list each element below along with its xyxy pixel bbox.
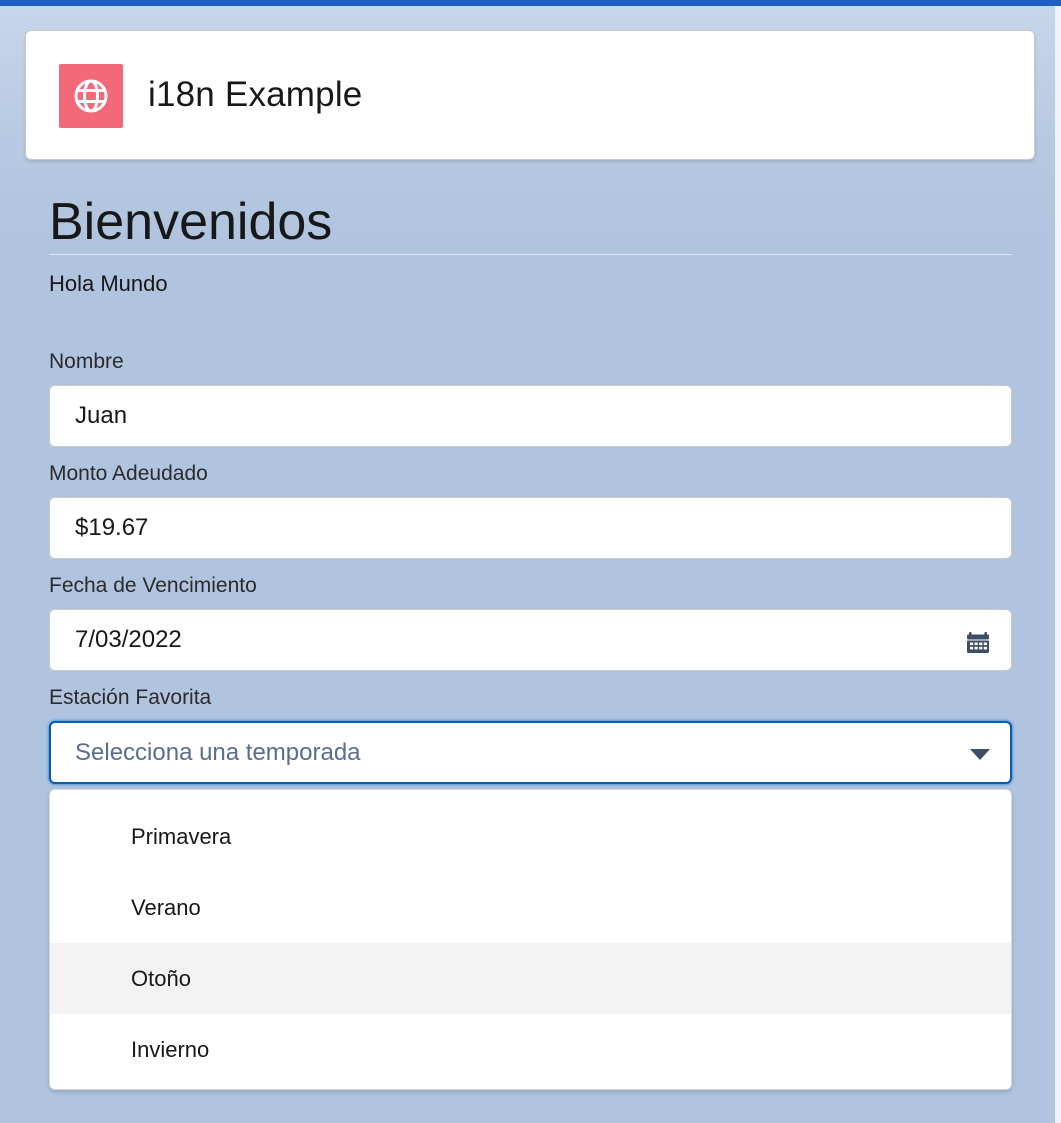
name-input[interactable]: Juan [49,385,1012,447]
season-option[interactable]: Invierno [50,1014,1011,1085]
scrollbar-track[interactable] [1055,6,1061,1123]
season-select[interactable]: Selecciona una temporada [49,721,1012,784]
name-label: Nombre [49,350,124,373]
due-date-label: Fecha de Vencimiento [49,574,257,597]
due-date-value: 7/03/2022 [75,626,182,653]
name-value: Juan [75,402,128,429]
amount-label: Monto Adeudado [49,462,208,485]
season-placeholder: Selecciona una temporada [75,738,361,766]
page-title: Bienvenidos [49,193,333,251]
globe-icon [59,64,123,128]
app-title: i18n Example [148,75,363,114]
calendar-icon[interactable] [966,630,990,654]
due-date-input[interactable]: 7/03/2022 [49,609,1012,671]
chevron-down-icon[interactable] [970,749,990,760]
amount-value: $19.67 [75,514,149,541]
app-header: i18n Example [25,30,1035,160]
season-dropdown: Primavera Verano Otoño Invierno [49,789,1012,1090]
season-option[interactable]: Verano [50,872,1011,943]
amount-input[interactable]: $19.67 [49,497,1012,559]
season-option[interactable]: Otoño [50,943,1011,1014]
page-subtitle: Hola Mundo [49,271,168,296]
heading-divider [49,254,1012,255]
season-option[interactable]: Primavera [50,801,1011,872]
season-label: Estación Favorita [49,686,212,709]
